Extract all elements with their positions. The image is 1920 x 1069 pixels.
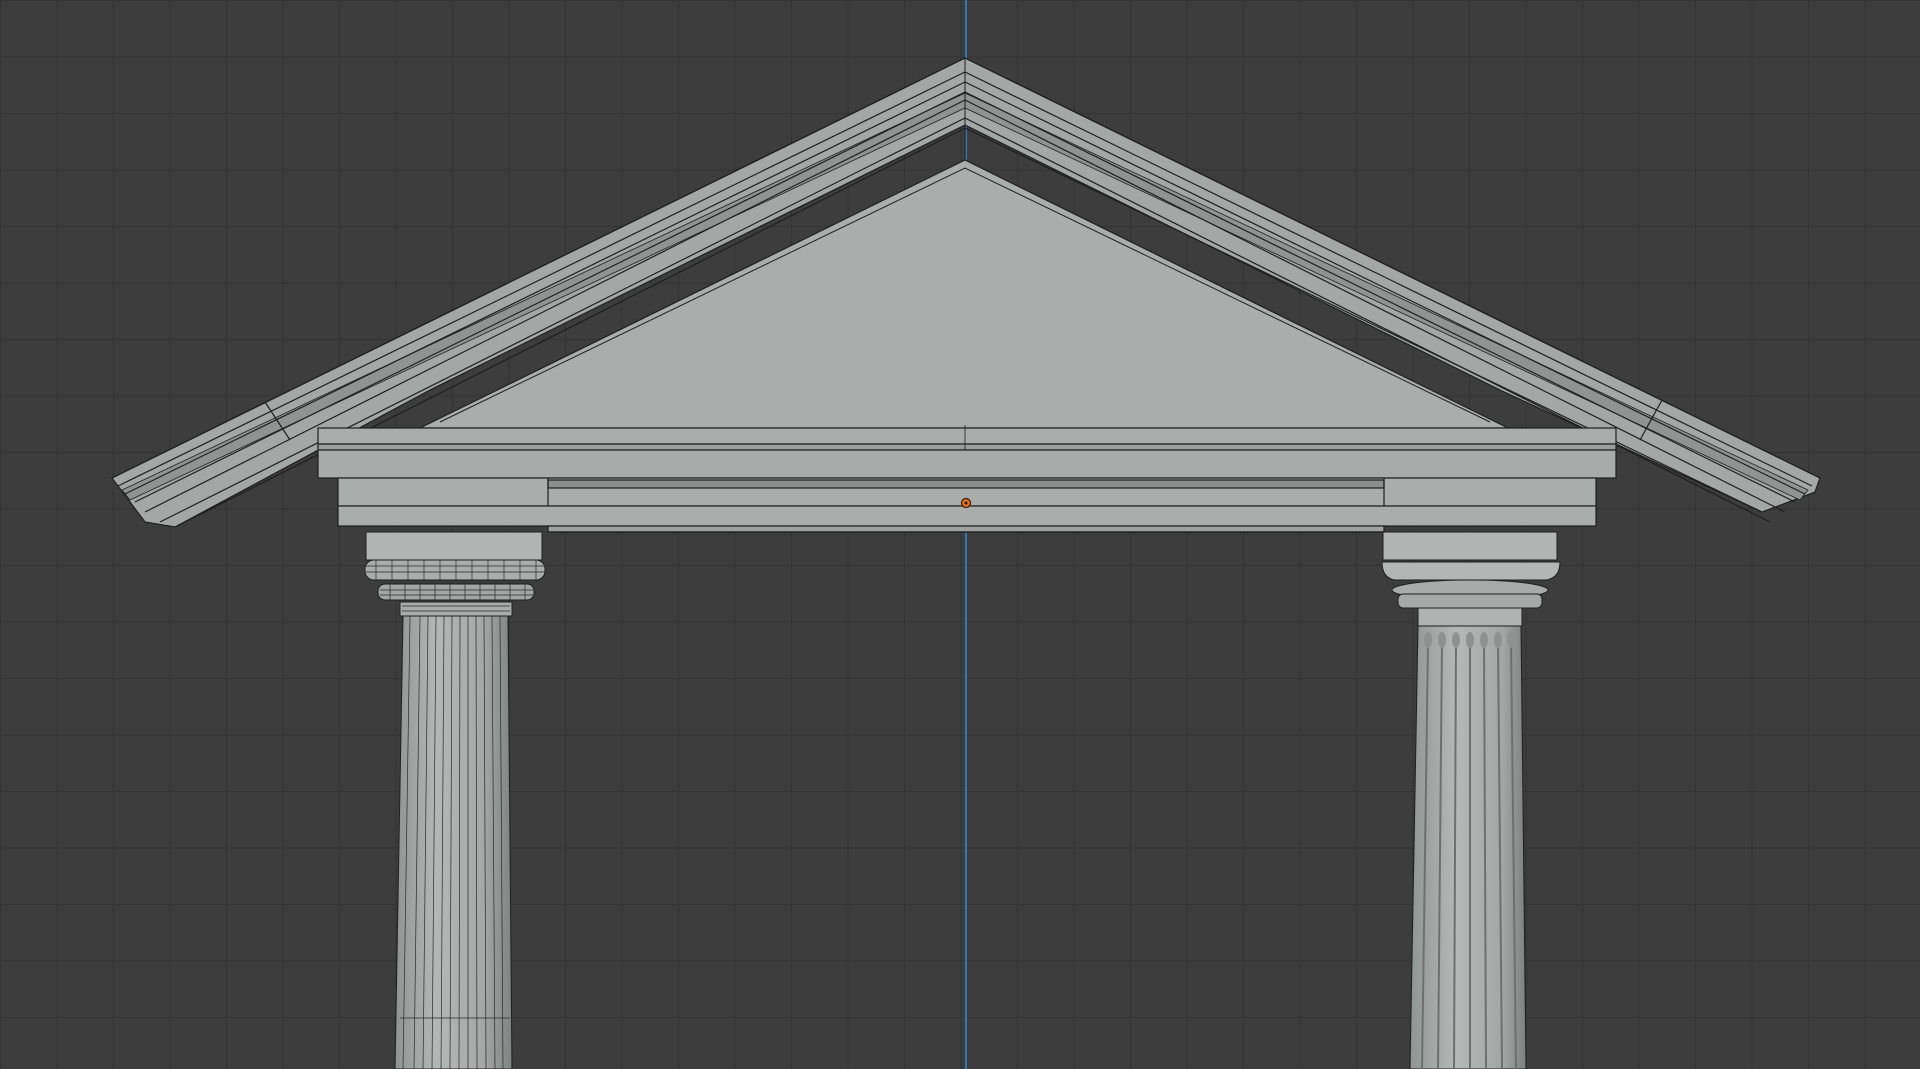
3d-viewport[interactable] [0, 0, 1920, 1069]
object-origin-icon[interactable] [960, 497, 972, 509]
viewport-grid [0, 0, 1920, 1069]
